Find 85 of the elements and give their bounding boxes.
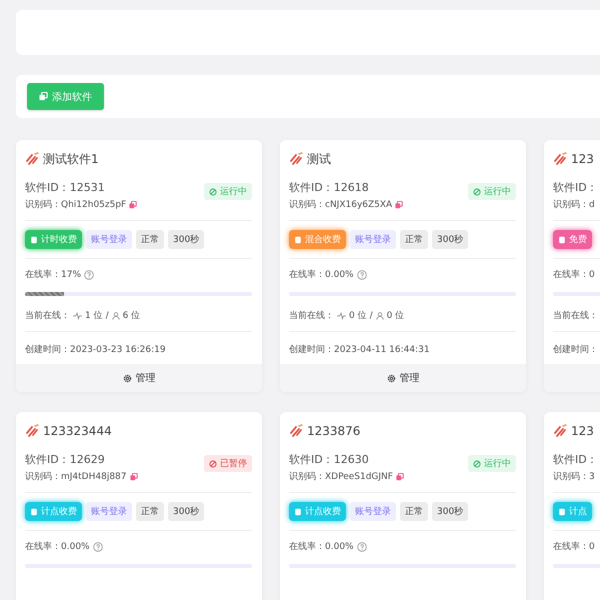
identification-code: 识别码：mJ4tDH48j887: [25, 470, 127, 483]
help-icon[interactable]: [356, 270, 367, 280]
identification-code: 识别码：XDPeeS1dGJNF: [289, 470, 393, 483]
online-rate: 在线率：0: [553, 268, 595, 281]
status-badge: 运行中: [204, 183, 252, 200]
status-icon: [473, 188, 481, 196]
online-label: 当前在线：: [25, 310, 70, 322]
billing-badge: 免费: [553, 230, 592, 249]
online-rate: 在线率：0.00%: [25, 540, 90, 553]
software-id: 软件ID：12630: [289, 452, 370, 467]
settings-icon: [386, 374, 396, 382]
billing-badge: 计点: [553, 502, 592, 521]
software-id: 软件ID：: [553, 452, 598, 467]
software-id: 软件ID：12629: [25, 452, 106, 467]
separator: /: [106, 310, 109, 320]
mode-tag: 正常: [136, 502, 164, 521]
identification-code: 识别码：Qhi12h05z5pF: [25, 198, 126, 211]
help-icon[interactable]: [92, 542, 103, 552]
pulse-icon: [73, 312, 82, 320]
copy-icon[interactable]: [129, 200, 138, 208]
mode-tag: 正常: [136, 230, 164, 249]
logo-icon: [553, 424, 567, 438]
online-count: 1 位: [85, 310, 103, 322]
software-title: 测试软件1: [43, 150, 99, 168]
software-id: 软件ID：: [553, 180, 598, 195]
login-tag: 账号登录: [350, 502, 396, 521]
login-tag: 账号登录: [350, 230, 396, 249]
created-time: 创建时间：: [553, 344, 599, 356]
online-label: 当前在线：: [553, 310, 598, 322]
status-badge: 已暂停: [204, 455, 252, 472]
logo-icon: [289, 424, 303, 438]
mode-tag: 正常: [400, 230, 428, 249]
settings-icon: [122, 374, 132, 382]
status-badge: 运行中: [468, 183, 516, 200]
mode-tag: 正常: [400, 502, 428, 521]
software-title: 测试: [307, 150, 331, 168]
copy-icon[interactable]: [396, 472, 404, 480]
created-time: 创建时间：2023-04-11 16:44:31: [289, 344, 431, 356]
login-tag: 账号登录: [86, 502, 132, 521]
user-icon: [376, 312, 384, 320]
software-title: 123323444: [43, 424, 112, 438]
logo-icon: [289, 152, 303, 166]
copy-icon: [39, 92, 48, 101]
interval-tag: 300秒: [432, 502, 468, 521]
identification-code: 识别码：cNJX16y6Z5XA: [289, 198, 392, 211]
online-rate: 在线率：0.00%: [289, 540, 354, 553]
help-icon[interactable]: [84, 270, 94, 280]
pulse-icon: [337, 312, 346, 320]
software-title: 123: [571, 424, 594, 438]
identification-code: 识别码：3: [553, 470, 595, 483]
interval-tag: 300秒: [168, 230, 204, 249]
user-icon: [112, 312, 120, 320]
billing-badge: 计点收费: [289, 502, 346, 521]
separator: /: [370, 310, 373, 320]
software-title: 1233876: [307, 424, 360, 438]
online-rate: 在线率：0: [553, 540, 595, 553]
interval-tag: 300秒: [168, 502, 204, 521]
logo-icon: [25, 424, 39, 438]
billing-badge: 计时收费: [25, 230, 82, 249]
copy-icon[interactable]: [130, 472, 138, 480]
billing-badge: 混合收费: [289, 230, 346, 249]
logo-icon: [25, 152, 39, 166]
online-count: 0 位: [349, 310, 367, 322]
login-tag: 账号登录: [86, 230, 132, 249]
software-title: 123: [571, 152, 594, 166]
status-badge: 运行中: [468, 455, 516, 472]
identification-code: 识别码：d: [553, 198, 595, 211]
online-rate: 在线率：17%: [25, 268, 82, 281]
copy-icon[interactable]: [395, 200, 404, 208]
logo-icon: [553, 152, 567, 166]
status-icon: [209, 460, 217, 468]
online-rate: 在线率：0.00%: [289, 268, 354, 281]
status-icon: [209, 188, 217, 196]
total-count: 6 位: [122, 310, 140, 322]
manage-button[interactable]: 管理: [16, 364, 262, 392]
online-label: 当前在线：: [289, 310, 334, 322]
interval-tag: 300秒: [432, 230, 468, 249]
software-id: 软件ID：12531: [25, 180, 106, 195]
software-id: 软件ID：12618: [289, 180, 370, 195]
status-icon: [473, 460, 481, 468]
billing-badge: 计点收费: [25, 502, 82, 521]
total-count: 0 位: [386, 310, 404, 322]
created-time: 创建时间：2023-03-23 16:26:19: [25, 344, 167, 356]
manage-button[interactable]: 管理: [280, 364, 526, 392]
help-icon[interactable]: [356, 542, 367, 552]
